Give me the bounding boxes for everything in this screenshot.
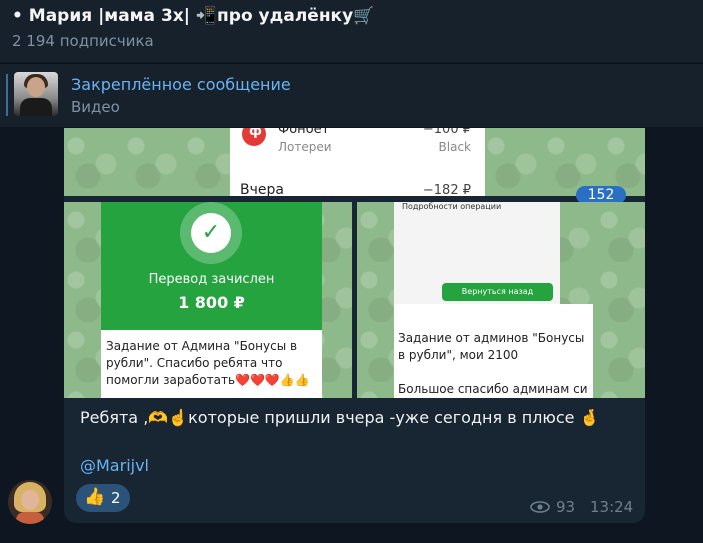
image-note-text-2: Задание от админов "Бонусы в рубли", мои… (398, 331, 588, 396)
transaction-amount: −100 ₽ (422, 128, 471, 137)
operation-details-title: Подробности операции (402, 202, 502, 211)
transfer-sum: 1 800 ₽ (178, 293, 245, 312)
transfer-status: Перевод зачислен (148, 272, 275, 287)
subscriber-count: 2 194 подписчика (12, 32, 154, 50)
channel-title[interactable]: • Мария |мама 3х| 📲про удалёнку🛒 (12, 6, 374, 26)
merchant-name: Фонбет (278, 128, 330, 137)
reaction-button[interactable]: 👍 2 (76, 484, 130, 512)
back-button-image: Вернуться назад (442, 283, 553, 301)
pinned-subtitle: Видео (71, 98, 120, 116)
reaction-count: 2 (111, 489, 121, 507)
fonbet-logo-icon (242, 128, 266, 146)
image-note-card: Задание от Админа "Бонусы в рубли". Спас… (101, 330, 322, 398)
view-count: 93 (556, 498, 576, 516)
pinned-thumbnail (14, 72, 58, 116)
thumbs-up-icon: 👍 (84, 487, 106, 507)
day-header: Вчера (240, 182, 284, 198)
image-note-text: Задание от Админа "Бонусы в рубли". Спас… (106, 339, 310, 387)
merchant-category: Лотереи (278, 140, 332, 154)
pinned-message-bar[interactable]: Закреплённое сообщение Видео (0, 63, 703, 127)
post-image-top[interactable]: Фонбет Лотереи −100 ₽ Black Вчера −182 ₽… (64, 128, 645, 204)
image-note-card-2: Задание от админов "Бонусы в рубли", мои… (394, 304, 593, 398)
transaction-amount-2: −182 ₽ (422, 183, 471, 198)
pinned-title: Закреплённое сообщение (71, 75, 291, 94)
check-icon: ✓ (180, 202, 242, 264)
transaction-list-screenshot: Фонбет Лотереи −100 ₽ Black Вчера −182 ₽ (230, 128, 485, 198)
pinned-indicator (6, 74, 8, 116)
post-time: 13:24 (590, 498, 634, 516)
post-image-left[interactable]: ✓ Перевод зачислен 1 800 ₽ Задание от Ад… (64, 202, 352, 398)
channel-post: Фонбет Лотереи −100 ₽ Black Вчера −182 ₽… (64, 128, 645, 523)
post-caption: Ребята ,🫶☝️которые пришли вчера -уже сег… (80, 408, 600, 427)
post-image-right[interactable]: Подробности операции Вернуться назад Зад… (357, 202, 645, 398)
operation-details-screenshot: Подробности операции Вернуться назад (394, 202, 560, 304)
card-type: Black (438, 140, 471, 154)
author-mention-link[interactable]: @Marijvl (80, 456, 149, 475)
eye-icon (530, 501, 550, 513)
transfer-success-card: ✓ Перевод зачислен 1 800 ₽ (101, 202, 322, 330)
channel-avatar[interactable] (8, 480, 52, 524)
chat-header[interactable]: • Мария |мама 3х| 📲про удалёнку🛒 2 194 п… (0, 0, 703, 62)
